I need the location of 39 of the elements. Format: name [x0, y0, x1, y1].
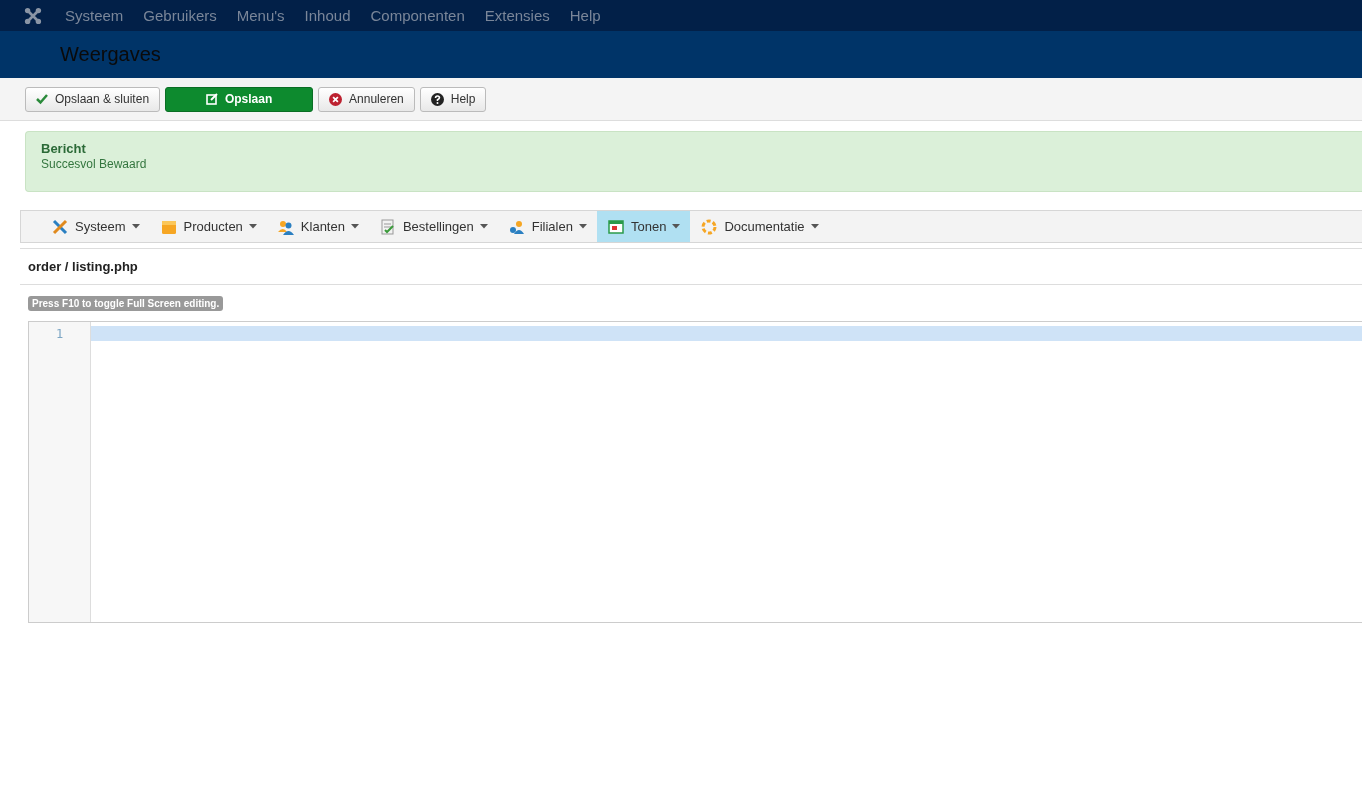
message-heading: Bericht: [41, 141, 87, 156]
top-menu-item[interactable]: Help: [559, 7, 611, 24]
document-icon: [378, 217, 397, 236]
window-icon: [606, 217, 625, 236]
file-path: order / listing.php: [20, 248, 1362, 285]
toolbar-button[interactable]: Opslaan: [165, 86, 314, 112]
component-menu-item[interactable]: Systeem: [41, 211, 150, 242]
editor-hint: Press F10 to toggle Full Screen editing.: [28, 296, 224, 311]
caret-icon: [810, 224, 819, 229]
caret-icon: [672, 224, 681, 229]
message-text: Succesvol Bewaard: [41, 157, 148, 171]
top-menu-item[interactable]: Gebruikers: [133, 7, 227, 24]
component-menu-item[interactable]: Documentatie: [690, 211, 829, 242]
caret-icon: [350, 224, 359, 229]
component-menu-item[interactable]: Producten: [149, 211, 267, 242]
tools-icon: [51, 217, 69, 236]
top-menu-item[interactable]: Systeem: [55, 7, 134, 24]
caret-icon: [248, 224, 257, 229]
lifebuoy-icon: [700, 217, 719, 236]
caret-icon: [479, 224, 488, 229]
toolbar-button[interactable]: Annuleren: [318, 86, 415, 112]
checkmark-icon: [36, 93, 48, 105]
edit-icon: [205, 93, 218, 105]
component-menu-item[interactable]: Bestellingen: [368, 211, 498, 242]
cancel-icon: [329, 92, 343, 106]
top-menu-item[interactable]: Menu's: [226, 7, 295, 24]
help-icon: [430, 92, 444, 106]
top-menu-item[interactable]: Inhoud: [294, 7, 361, 24]
caret-icon: [578, 224, 587, 229]
top-menu-item[interactable]: Extensies: [474, 7, 560, 24]
top-menu-item[interactable]: Componenten: [360, 7, 475, 24]
page-title: Weergaves: [60, 43, 161, 66]
component-menu-item[interactable]: Filialen: [497, 211, 597, 242]
component-menu-item[interactable]: Klanten: [266, 211, 369, 242]
toolbar-button[interactable]: Opslaan & sluiten: [25, 86, 161, 112]
line-number: 1: [54, 326, 65, 341]
toolbar-button[interactable]: Help: [419, 86, 487, 112]
caret-icon: [131, 224, 140, 229]
component-menu-item[interactable]: Tonen: [596, 211, 691, 242]
